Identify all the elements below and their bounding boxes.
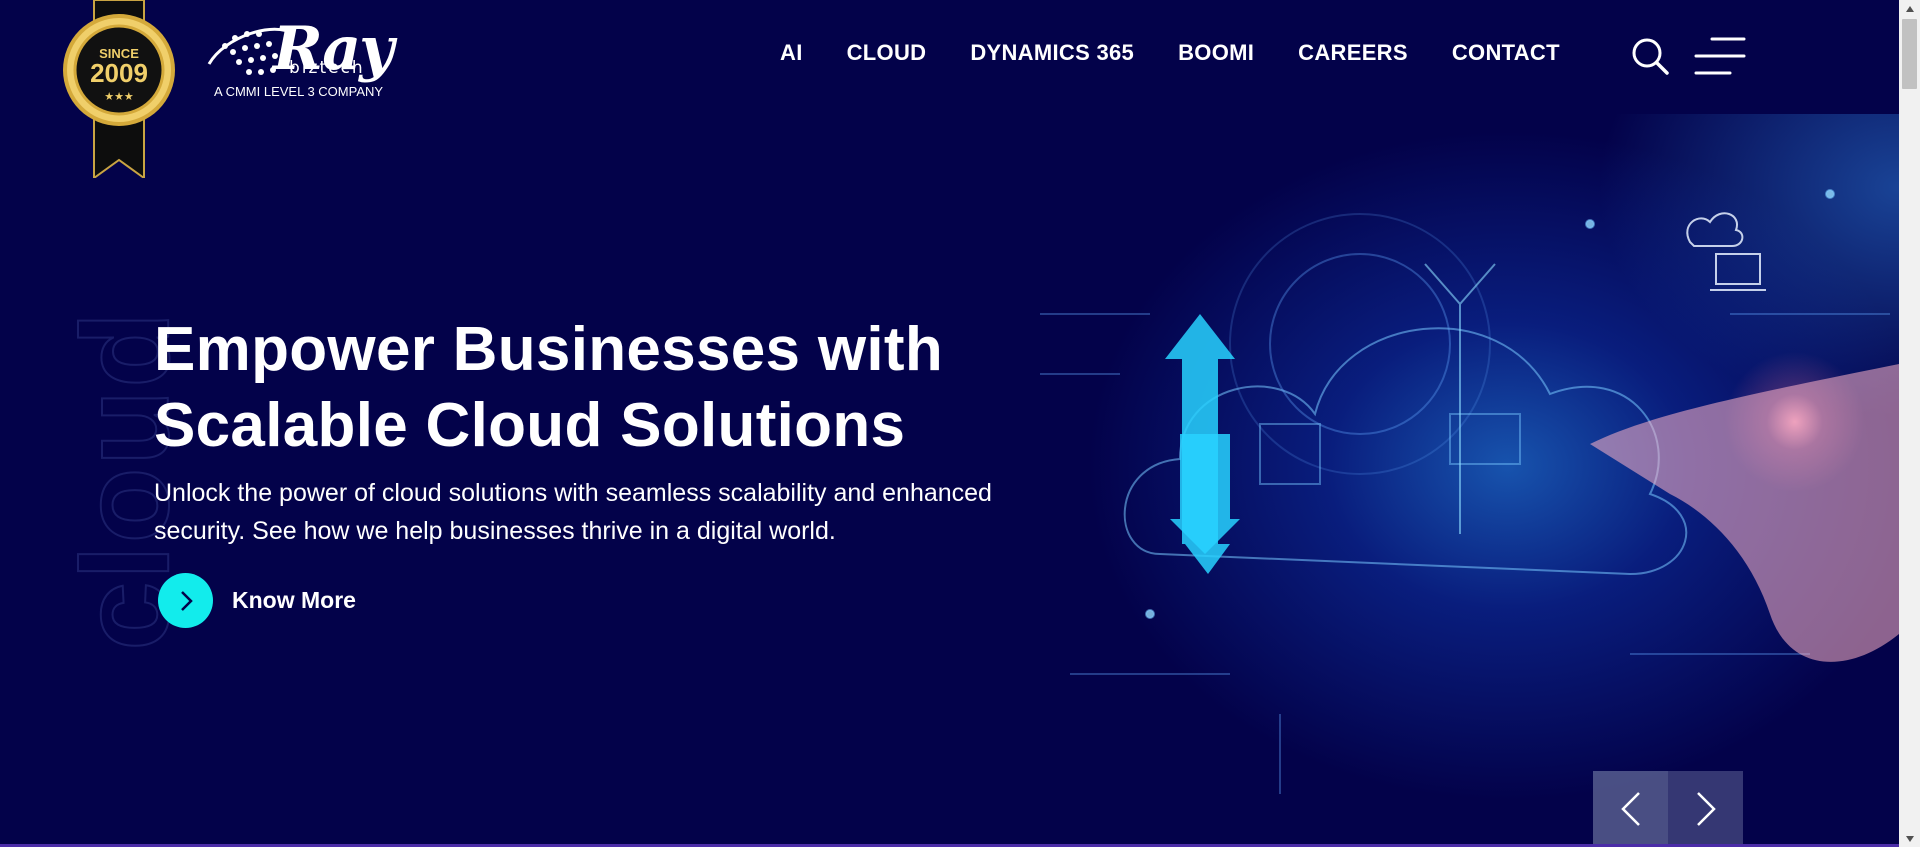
- hero-headline-line-2: Scalable Cloud Solutions: [154, 391, 906, 460]
- scroll-down-button[interactable]: [1899, 830, 1920, 847]
- hero-headline-line-1: Empower Businesses with: [154, 315, 944, 384]
- hero-description-line-2: security. See how we help businesses thr…: [154, 517, 836, 545]
- hamburger-menu-icon: [1694, 37, 1746, 75]
- triangle-down-icon: [1905, 835, 1914, 842]
- scroll-thumb[interactable]: [1902, 19, 1917, 89]
- nav-item-contact[interactable]: CONTACT: [1452, 40, 1560, 66]
- nav-item-careers[interactable]: CAREERS: [1298, 40, 1408, 66]
- badge-stars: ★★★: [104, 90, 134, 103]
- main-nav: AI CLOUD DYNAMICS 365 BOOMI CAREERS CONT…: [780, 40, 1604, 66]
- page: Ray biztech A CMMI LEVEL 3 COMPANY AI CL…: [0, 0, 1899, 847]
- chevron-left-icon: [1620, 792, 1640, 826]
- search-icon: [1632, 38, 1669, 75]
- nav-item-ai[interactable]: AI: [780, 40, 803, 66]
- logo-tagline: A CMMI LEVEL 3 COMPANY: [214, 84, 384, 99]
- slider-next-button[interactable]: [1668, 771, 1743, 847]
- nav-item-boomi[interactable]: BOOMI: [1178, 40, 1254, 66]
- since-2009-badge: SINCE 2009 ★★★: [60, 0, 178, 180]
- nav-item-dynamics-365[interactable]: DYNAMICS 365: [970, 40, 1134, 66]
- vertical-scrollbar[interactable]: [1899, 0, 1920, 847]
- search-button[interactable]: [1630, 36, 1670, 76]
- slider-prev-button[interactable]: [1593, 771, 1668, 847]
- hero-description-line-1: Unlock the power of cloud solutions with…: [154, 479, 992, 507]
- know-more-circle[interactable]: [158, 573, 213, 628]
- scroll-up-button[interactable]: [1899, 0, 1920, 17]
- logo-subtitle: biztech: [289, 58, 365, 78]
- triangle-up-icon: [1905, 5, 1914, 12]
- hero-headline: Empower Businesses with Scalable Cloud S…: [154, 312, 1054, 464]
- know-more-label[interactable]: Know More: [232, 587, 356, 614]
- site-header: Ray biztech A CMMI LEVEL 3 COMPANY AI CL…: [0, 0, 1899, 114]
- nav-item-cloud[interactable]: CLOUD: [847, 40, 927, 66]
- hero-cloud-illustration: [1030, 114, 1899, 847]
- badge-year: 2009: [90, 58, 148, 88]
- chevron-right-icon: [1696, 792, 1716, 826]
- chevron-right-icon: [180, 590, 193, 611]
- raybiztech-logo[interactable]: Ray biztech A CMMI LEVEL 3 COMPANY: [203, 14, 403, 104]
- menu-button[interactable]: [1694, 36, 1746, 78]
- know-more-button[interactable]: Know More: [158, 573, 356, 628]
- hero-description: Unlock the power of cloud solutions with…: [154, 474, 1054, 550]
- cloud-circuit-graphic: [1040, 189, 1899, 794]
- award-medal-icon: SINCE 2009 ★★★: [63, 0, 175, 180]
